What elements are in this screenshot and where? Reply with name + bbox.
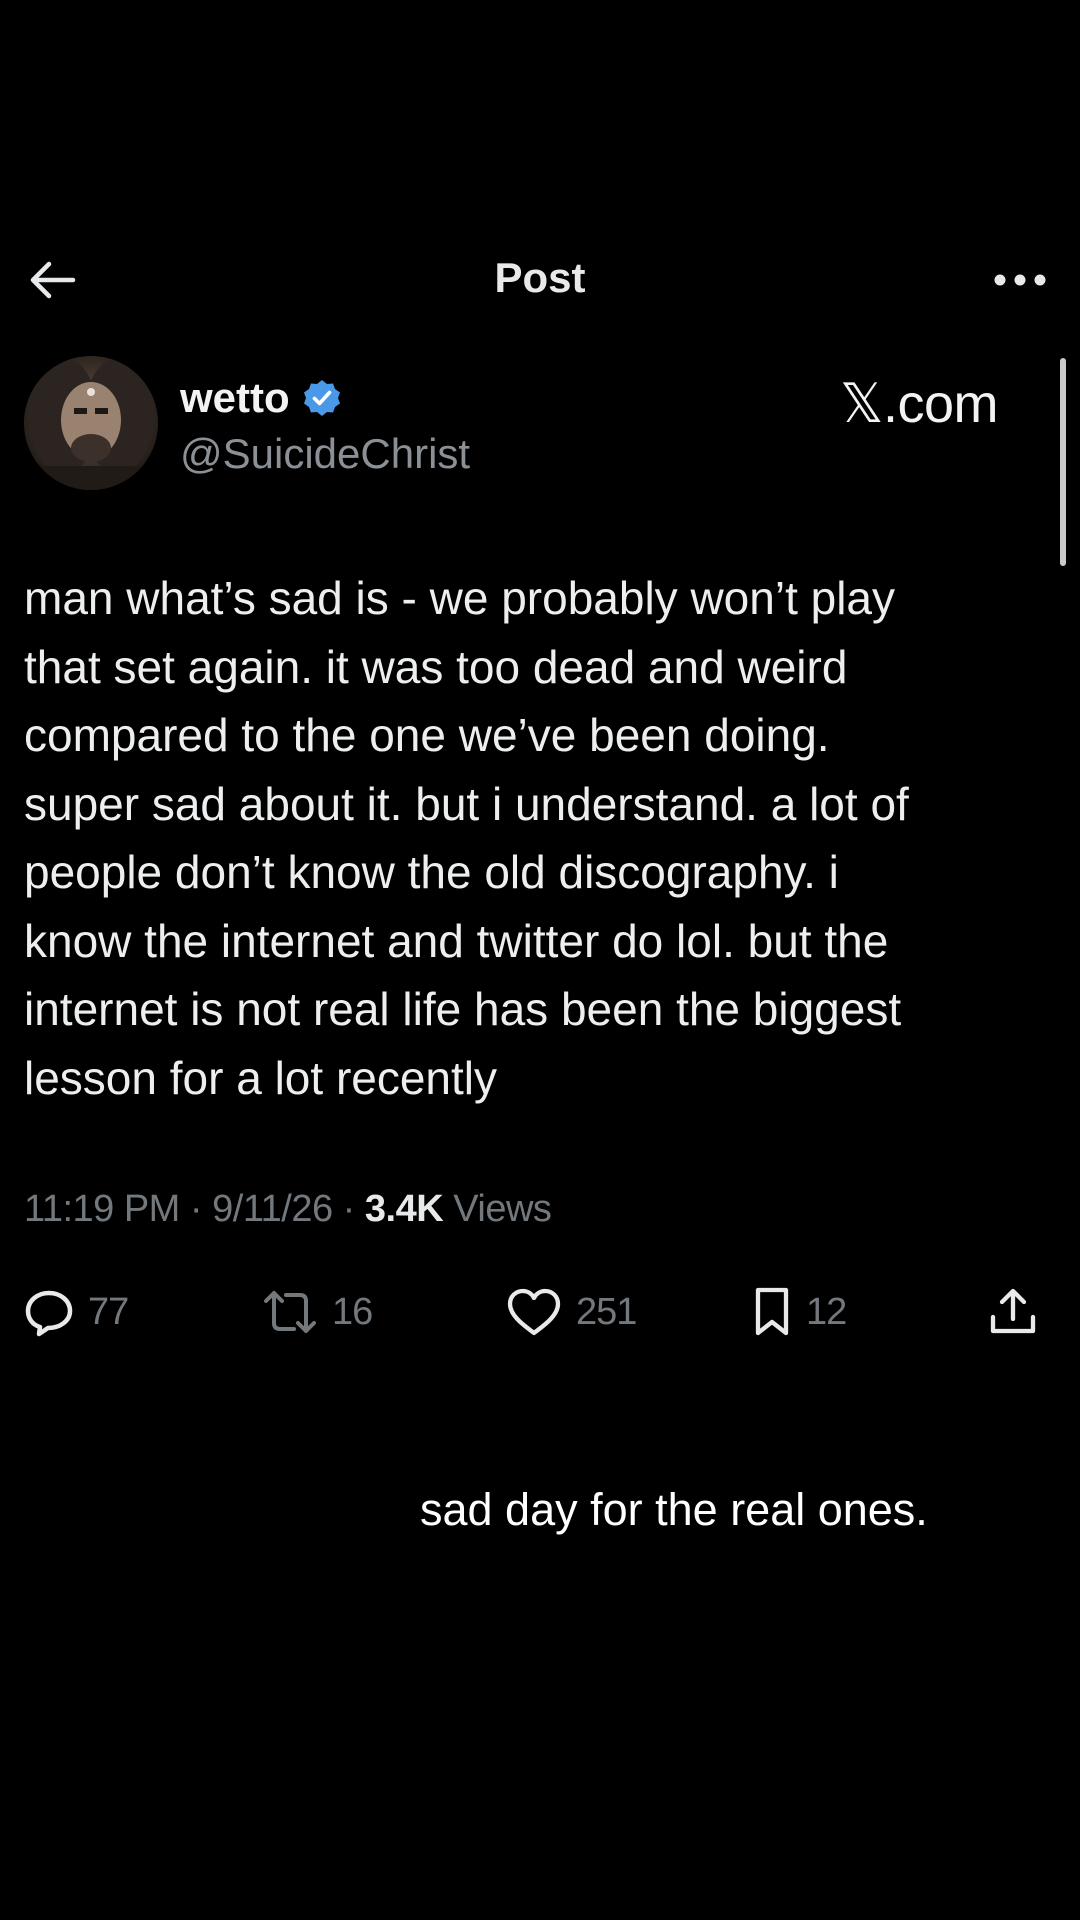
bookmark-count: 12 (806, 1290, 847, 1333)
avatar[interactable] (24, 356, 158, 490)
share-icon (990, 1288, 1036, 1334)
like-count: 251 (576, 1290, 637, 1333)
post-text: man what’s sad is - we probably won’t pl… (24, 572, 909, 1104)
more-options-button[interactable] (988, 254, 1052, 306)
action-bar: 77 16 251 12 (24, 1282, 1054, 1342)
meta-separator: · (189, 1188, 203, 1230)
repost-count: 16 (332, 1290, 373, 1333)
post-header: Post (0, 230, 1080, 330)
repost-button[interactable]: 16 (262, 1282, 373, 1342)
video-caption: sad day for the real ones. (420, 1484, 928, 1535)
heart-icon (507, 1288, 561, 1336)
verified-badge-icon (303, 380, 340, 416)
more-horizontal-icon (994, 274, 1046, 286)
post-meta: 11:19 PM · 9/11/26 · 3.4K Views (24, 1188, 552, 1231)
repost-icon (264, 1291, 316, 1333)
like-button[interactable]: 251 (506, 1282, 637, 1342)
page-title: Post (494, 254, 586, 301)
author-name-line[interactable]: wetto (180, 374, 342, 422)
bookmark-button[interactable]: 12 (752, 1282, 847, 1342)
author-display-name: wetto (180, 374, 290, 421)
reply-count: 77 (88, 1290, 129, 1333)
share-button[interactable] (988, 1282, 1038, 1342)
meta-separator: · (342, 1188, 356, 1230)
views-count: 3.4K (364, 1188, 444, 1230)
reply-button[interactable]: 77 (24, 1282, 129, 1342)
avatar-image (24, 356, 158, 490)
scrollbar[interactable] (1060, 358, 1066, 566)
author-handle[interactable]: @SuicideChrist (180, 430, 470, 478)
author-block: wetto @SuicideChrist 𝕏.com (24, 356, 1024, 496)
post-date[interactable]: 9/11/26 (212, 1188, 333, 1230)
reply-icon (25, 1290, 73, 1337)
site-watermark: 𝕏.com (839, 374, 999, 434)
post-time[interactable]: 11:19 PM (24, 1188, 180, 1230)
views-label: Views (453, 1188, 552, 1230)
bookmark-icon (755, 1287, 789, 1336)
